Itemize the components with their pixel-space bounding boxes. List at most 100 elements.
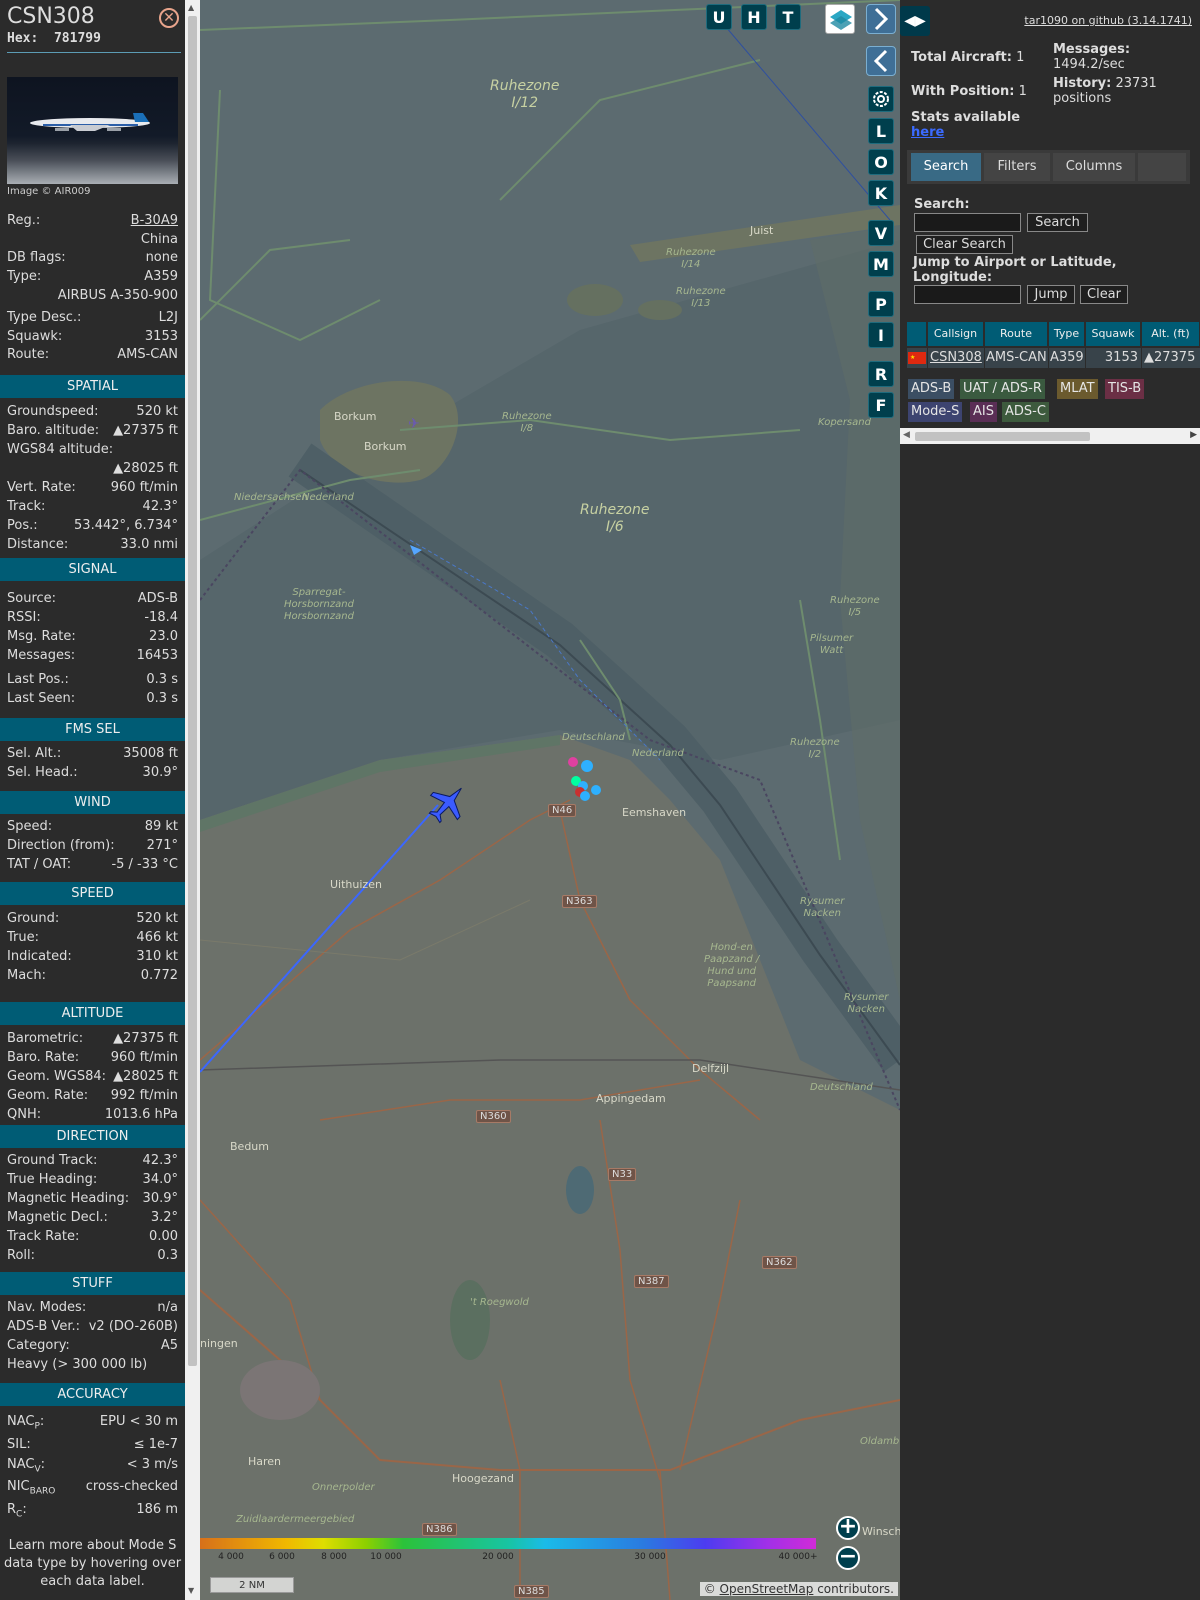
tab-search[interactable]: Search xyxy=(911,153,981,181)
map-button-p[interactable]: P xyxy=(868,291,894,317)
map-button-h[interactable]: H xyxy=(741,4,767,30)
data-label[interactable]: Ground Track: xyxy=(7,1153,97,1168)
column-header-callsign[interactable]: Callsign xyxy=(928,322,984,346)
data-label[interactable]: Distance: xyxy=(7,537,68,552)
layers-icon[interactable] xyxy=(825,4,855,34)
data-label[interactable]: Nav. Modes: xyxy=(7,1300,86,1315)
clear-button[interactable]: Clear xyxy=(1080,285,1128,304)
data-row: Baro. Rate: 960 ft/min xyxy=(7,1050,178,1068)
scrollbar-thumb[interactable] xyxy=(915,432,1090,441)
data-label[interactable]: Sel. Head.: xyxy=(7,765,78,780)
data-label[interactable]: Heavy (> 300 000 lb) xyxy=(7,1357,147,1372)
column-header-altitude[interactable]: Alt. (ft) xyxy=(1142,322,1200,346)
row-callsign[interactable]: CSN308 xyxy=(928,348,984,368)
data-label[interactable]: TAT / OAT: xyxy=(7,857,71,872)
data-label[interactable]: Track: xyxy=(7,499,45,514)
data-label[interactable]: Source: xyxy=(7,591,56,606)
map-button-l[interactable]: L xyxy=(868,118,894,144)
map-button-o[interactable]: O xyxy=(868,149,894,175)
data-label[interactable]: True Heading: xyxy=(7,1172,97,1187)
scroll-down-icon[interactable]: ▼ xyxy=(188,1586,194,1595)
data-label[interactable]: Ground: xyxy=(7,911,59,926)
data-label[interactable]: SIL: xyxy=(7,1437,31,1452)
map-label-nederland: Nederland xyxy=(632,748,684,759)
data-label[interactable]: NICBARO xyxy=(7,1479,55,1497)
tab-empty[interactable] xyxy=(1138,153,1186,181)
data-label[interactable]: NACV: xyxy=(7,1457,45,1475)
sidebar-scrollbar[interactable]: ▲ ▼ xyxy=(185,0,200,1600)
map-button-i[interactable]: I xyxy=(868,322,894,348)
data-label[interactable]: True: xyxy=(7,930,39,945)
stats-link[interactable]: here xyxy=(911,125,944,140)
data-label[interactable]: Magnetic Decl.: xyxy=(7,1210,108,1225)
data-label[interactable]: Track Rate: xyxy=(7,1229,79,1244)
map-button-r[interactable]: R xyxy=(868,361,894,387)
column-header-route[interactable]: Route xyxy=(985,322,1048,346)
clear-search-button[interactable]: Clear Search xyxy=(916,235,1013,254)
jump-input[interactable] xyxy=(914,285,1021,304)
map-button-f[interactable]: F xyxy=(868,392,894,418)
osm-link[interactable]: OpenStreetMap xyxy=(720,1582,814,1596)
scroll-right-icon[interactable]: ▶ xyxy=(1190,430,1197,440)
search-input[interactable] xyxy=(914,213,1021,232)
map-button-t[interactable]: T xyxy=(775,4,801,30)
data-label[interactable]: Roll: xyxy=(7,1248,35,1263)
column-header-squawk[interactable]: Squawk xyxy=(1086,322,1141,346)
data-label[interactable]: Messages: xyxy=(7,648,75,663)
aircraft-photo[interactable] xyxy=(7,77,178,184)
data-label[interactable]: Magnetic Heading: xyxy=(7,1191,129,1206)
data-label[interactable]: Mach: xyxy=(7,968,46,983)
map-button-m[interactable]: M xyxy=(868,251,894,277)
table-horizontal-scrollbar[interactable]: ◀ ▶ xyxy=(900,428,1200,444)
zoom-out-icon[interactable]: − xyxy=(836,1546,860,1570)
data-label[interactable]: WGS84 altitude: xyxy=(7,442,113,457)
data-label[interactable]: Direction (from): xyxy=(7,838,115,853)
data-label[interactable]: Barometric: xyxy=(7,1031,83,1046)
close-icon[interactable]: ✕ xyxy=(159,8,179,28)
data-label[interactable]: Baro. Rate: xyxy=(7,1050,79,1065)
map-button-v[interactable]: V xyxy=(868,220,894,246)
data-label[interactable]: Vert. Rate: xyxy=(7,480,76,495)
github-link[interactable]: tar1090 on github (3.14.1741) xyxy=(1024,14,1192,27)
data-label[interactable]: Last Seen: xyxy=(7,691,75,706)
data-label[interactable]: Baro. altitude: xyxy=(7,423,99,438)
data-label[interactable]: Groundspeed: xyxy=(7,404,98,419)
data-label-text: NAC xyxy=(7,1457,35,1472)
data-label[interactable]: Sel. Alt.: xyxy=(7,746,61,761)
data-label[interactable]: Indicated: xyxy=(7,949,72,964)
tab-filters[interactable]: Filters xyxy=(984,153,1050,181)
data-label[interactable]: QNH: xyxy=(7,1107,41,1122)
data-label[interactable]: RC: xyxy=(7,1502,27,1520)
search-button[interactable]: Search xyxy=(1027,213,1088,232)
map[interactable]: ✈ Ruhezone I/12 Ruhezone I/6 Borkum Borkum J… xyxy=(200,0,900,1600)
data-row: Roll: 0.3 xyxy=(7,1248,178,1266)
settings-gear-icon[interactable] xyxy=(868,86,894,112)
data-label-text: Mach: xyxy=(7,968,46,983)
data-label[interactable]: Last Pos.: xyxy=(7,672,69,687)
map-button-k[interactable]: K xyxy=(868,180,894,206)
scroll-left-icon[interactable]: ◀ xyxy=(903,430,910,440)
chevron-left-icon[interactable] xyxy=(866,46,896,76)
map-button-u[interactable]: U xyxy=(706,4,732,30)
data-label[interactable]: Category: xyxy=(7,1338,70,1353)
data-label[interactable]: Geom. WGS84: xyxy=(7,1069,106,1084)
data-label-text: Last Seen: xyxy=(7,691,76,706)
chevron-right-icon[interactable] xyxy=(866,4,896,34)
scrollbar-thumb[interactable] xyxy=(188,16,197,1366)
data-label-text: NIC xyxy=(7,1479,30,1494)
data-label[interactable]: Geom. Rate: xyxy=(7,1088,88,1103)
data-label[interactable]: Msg. Rate: xyxy=(7,629,76,644)
data-label[interactable]: Pos.: xyxy=(7,518,38,533)
zoom-in-icon[interactable]: + xyxy=(836,1516,860,1540)
scroll-up-icon[interactable]: ▲ xyxy=(188,3,194,12)
jump-button[interactable]: Jump xyxy=(1027,285,1075,304)
data-label[interactable]: NACP: xyxy=(7,1414,44,1432)
data-label[interactable]: Speed: xyxy=(7,819,52,834)
data-row: Last Seen: 0.3 s xyxy=(7,691,178,709)
expand-collapse-icon[interactable]: ◀▶ xyxy=(900,6,930,36)
registration-link[interactable]: B-30A9 xyxy=(131,213,178,228)
tab-columns[interactable]: Columns xyxy=(1053,153,1135,181)
data-label[interactable]: RSSI: xyxy=(7,610,41,625)
column-header-type[interactable]: Type xyxy=(1049,322,1085,346)
data-label[interactable]: ADS-B Ver.: xyxy=(7,1319,80,1334)
